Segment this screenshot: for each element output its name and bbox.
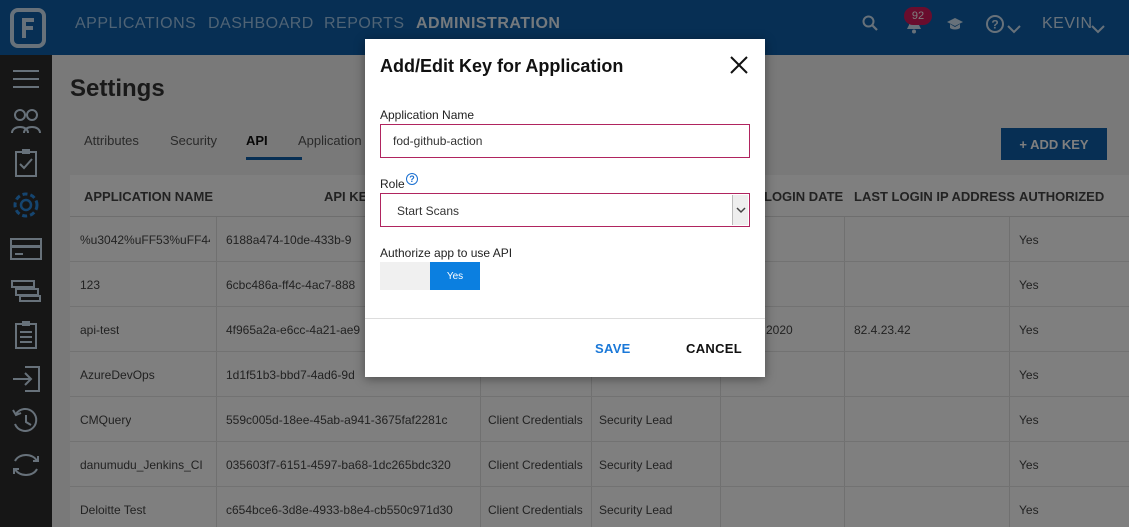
chevron-down-icon[interactable] [732,195,748,225]
authorize-toggle-yes[interactable]: Yes [430,262,480,290]
application-name-input[interactable] [380,124,750,158]
dialog-title: Add/Edit Key for Application [380,56,624,76]
role-help-icon[interactable]: ? [406,173,418,185]
close-icon[interactable] [727,53,751,77]
role-label: Role [380,177,405,191]
add-edit-key-dialog: Add/Edit Key for Application Application… [365,39,765,377]
role-selected-value: Start Scans [397,204,460,218]
authorize-label: Authorize app to use API [380,246,513,260]
application-name-label: Application Name [380,108,475,122]
cancel-button[interactable]: CANCEL [686,341,742,356]
authorize-toggle-off[interactable] [380,262,430,290]
role-select[interactable]: Start Scans [380,193,750,227]
dialog-footer-divider [365,318,765,319]
save-button[interactable]: SAVE [595,341,631,356]
